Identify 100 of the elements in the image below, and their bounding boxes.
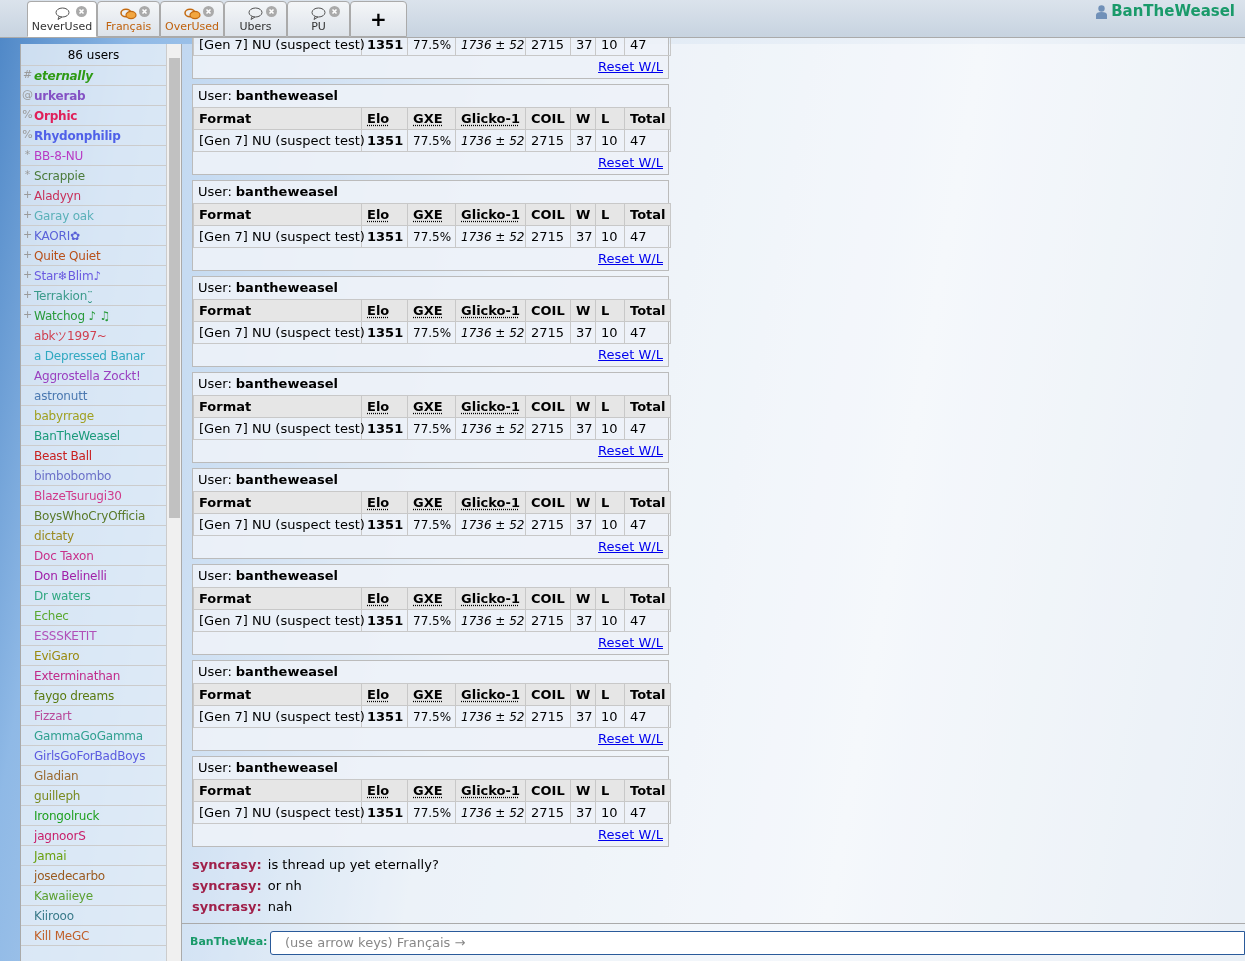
column-header: Total xyxy=(624,587,671,610)
column-header: W xyxy=(570,587,596,610)
table-cell: 47 xyxy=(624,513,671,536)
table-cell: [Gen 7] NU (suspect test) xyxy=(193,417,362,440)
table-cell: 1736 ± 52 xyxy=(455,705,526,728)
room-tab[interactable]: OverUsed xyxy=(160,1,224,37)
column-header: L xyxy=(595,395,625,418)
message-text: is thread up yet eternally? xyxy=(267,855,439,874)
reset-link[interactable]: Reset W/L xyxy=(598,441,663,461)
message-author[interactable]: syncrasy: xyxy=(192,875,262,896)
chat-bubbles-icon xyxy=(183,8,201,20)
column-header: Glicko-1 xyxy=(455,683,526,706)
column-header: GXE xyxy=(407,491,456,514)
table-cell: 10 xyxy=(595,801,625,824)
column-header: Glicko-1 xyxy=(455,491,526,514)
user-label: User: xyxy=(198,183,232,202)
room-tab[interactable]: NeverUsed xyxy=(27,1,97,37)
column-header: L xyxy=(595,299,625,322)
chat-bubble-icon xyxy=(54,7,70,20)
close-icon[interactable] xyxy=(76,6,87,17)
column-header: W xyxy=(570,107,596,130)
reset-link[interactable]: Reset W/L xyxy=(598,249,663,269)
reset-link[interactable]: Reset W/L xyxy=(598,729,663,749)
message-author[interactable]: syncrasy: xyxy=(192,854,262,875)
column-header: L xyxy=(595,587,625,610)
table-cell: 47 xyxy=(624,321,671,344)
table-cell: 37 xyxy=(570,321,596,344)
chat-bubble-icon xyxy=(248,7,263,20)
table-cell: 37 xyxy=(570,225,596,248)
room-tab[interactable]: Français xyxy=(97,1,160,37)
reset-link[interactable]: Reset W/L xyxy=(598,633,663,653)
table-cell: 77.5% xyxy=(407,801,456,824)
username: bantheweasel xyxy=(235,87,339,106)
table-cell: 1736 ± 52 xyxy=(455,417,526,440)
table-cell: 1736 ± 52 xyxy=(455,609,526,632)
column-header: L xyxy=(595,779,625,802)
message-text: nah xyxy=(267,897,293,916)
message-author[interactable]: syncrasy: xyxy=(192,896,262,917)
table-cell: 2715 xyxy=(525,321,571,344)
close-icon[interactable] xyxy=(139,6,150,17)
table-cell: 2715 xyxy=(525,129,571,152)
username: bantheweasel xyxy=(235,183,339,202)
user-label: User: xyxy=(198,471,232,490)
table-cell: 1736 ± 52 xyxy=(455,38,526,56)
table-cell: 10 xyxy=(595,129,625,152)
column-header: Format xyxy=(193,587,362,610)
reset-link[interactable]: Reset W/L xyxy=(598,345,663,365)
column-header: COIL xyxy=(525,395,571,418)
table-cell: 37 xyxy=(570,38,596,56)
user-label: User: xyxy=(198,375,232,394)
user-icon xyxy=(1096,4,1108,19)
table-cell: 1736 ± 52 xyxy=(455,129,526,152)
table-cell: 2715 xyxy=(525,513,571,536)
column-header: Elo xyxy=(361,683,408,706)
table-cell: 10 xyxy=(595,609,625,632)
table-cell: [Gen 7] NU (suspect test) xyxy=(193,705,362,728)
table-cell: 1736 ± 52 xyxy=(455,225,526,248)
table-cell: 2715 xyxy=(525,225,571,248)
column-header: W xyxy=(570,779,596,802)
column-header: Elo xyxy=(361,107,408,130)
close-icon[interactable] xyxy=(329,6,340,17)
table-cell: 47 xyxy=(624,705,671,728)
column-header: Elo xyxy=(361,491,408,514)
table-cell: 47 xyxy=(624,225,671,248)
reset-link[interactable]: Reset W/L xyxy=(598,57,663,77)
message-input[interactable]: (use arrow keys) Français → xyxy=(270,930,1245,955)
column-header: Elo xyxy=(361,779,408,802)
column-header: Format xyxy=(193,491,362,514)
close-icon[interactable] xyxy=(266,6,277,17)
table-cell: 77.5% xyxy=(407,38,456,56)
column-header: COIL xyxy=(525,491,571,514)
user-label: User: xyxy=(198,279,232,298)
table-cell: 77.5% xyxy=(407,705,456,728)
room-tab[interactable]: Ubers xyxy=(224,1,287,37)
reset-link[interactable]: Reset W/L xyxy=(598,153,663,173)
column-header: GXE xyxy=(407,587,456,610)
new-tab-button[interactable]: + xyxy=(350,1,407,37)
reset-link[interactable]: Reset W/L xyxy=(598,537,663,557)
username: bantheweasel xyxy=(235,759,339,778)
scrollbar-thumb[interactable] xyxy=(168,58,180,518)
username: bantheweasel xyxy=(235,567,339,586)
column-header: Format xyxy=(193,683,362,706)
column-header: Elo xyxy=(361,587,408,610)
column-header: GXE xyxy=(407,107,456,130)
table-cell: 10 xyxy=(595,321,625,344)
account-name[interactable]: BanTheWeasel xyxy=(1111,0,1235,23)
room-tab[interactable]: PU xyxy=(287,1,350,37)
table-cell: 10 xyxy=(595,705,625,728)
column-header: Glicko-1 xyxy=(455,587,526,610)
column-header: Total xyxy=(624,491,671,514)
column-header: Elo xyxy=(361,395,408,418)
table-cell: 47 xyxy=(624,417,671,440)
table-cell: 77.5% xyxy=(407,129,456,152)
reset-link[interactable]: Reset W/L xyxy=(598,825,663,845)
column-header: Glicko-1 xyxy=(455,203,526,226)
chat-bubbles-icon xyxy=(120,8,137,20)
column-header: COIL xyxy=(525,587,571,610)
column-header: COIL xyxy=(525,683,571,706)
column-header: Glicko-1 xyxy=(455,299,526,322)
close-icon[interactable] xyxy=(203,6,214,17)
